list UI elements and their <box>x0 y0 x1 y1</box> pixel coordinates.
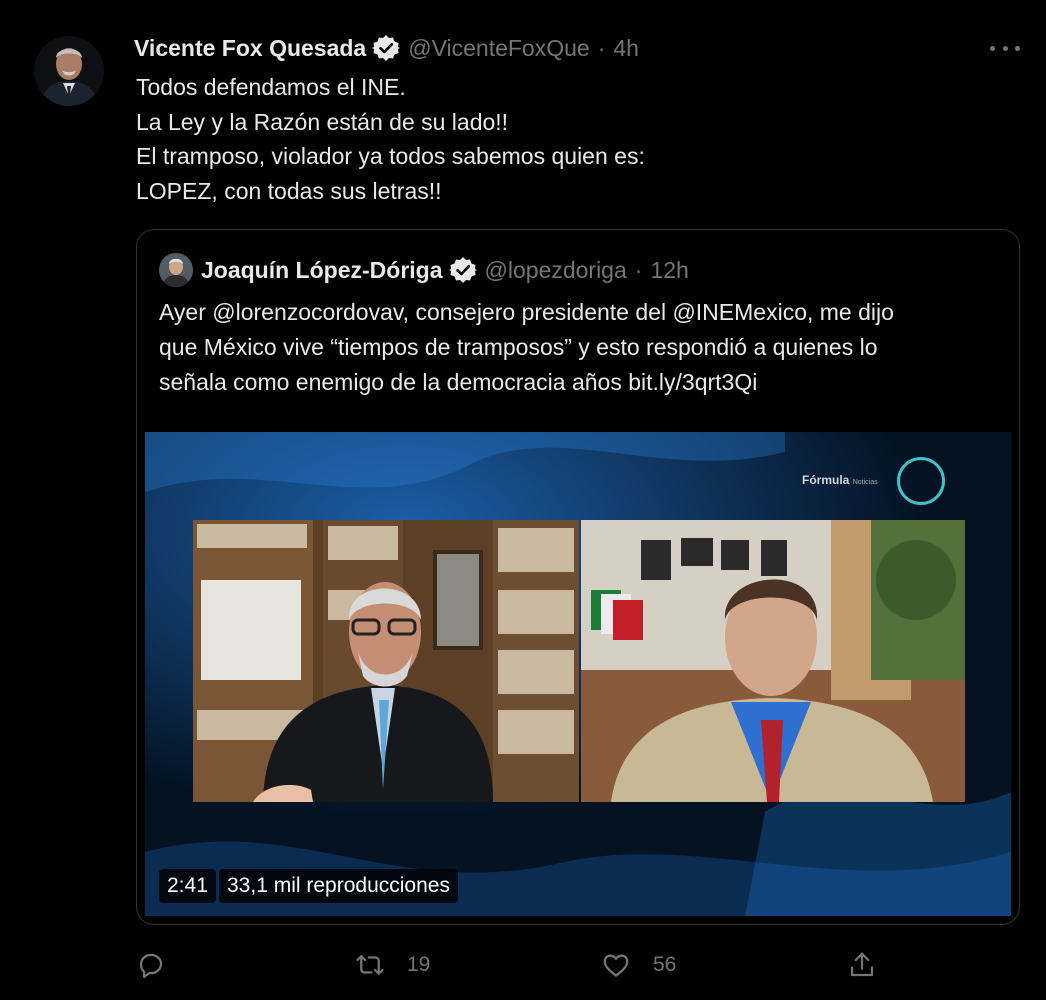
video-frame-left <box>193 520 579 802</box>
more-options-icon[interactable] <box>990 36 1020 60</box>
video-views-badge: 33,1 mil reproducciones <box>219 869 458 903</box>
quoted-tweet-text: Ayer @lorenzocordovav, consejero preside… <box>159 295 1009 400</box>
quoted-tweet-header: Joaquín López-Dóriga @lopezdoriga · 12h <box>159 252 689 288</box>
reply-icon <box>139 953 163 978</box>
tweet-line: La Ley y la Razón están de su lado!! <box>136 108 509 135</box>
like-button[interactable]: 56 <box>601 945 676 985</box>
share-icon <box>850 952 874 977</box>
tweet-text: Todos defendamos el INE. La Ley y la Raz… <box>136 70 1016 208</box>
retweet-icon <box>356 955 384 975</box>
quoted-tweet[interactable]: Joaquín López-Dóriga @lopezdoriga · 12h … <box>136 229 1020 925</box>
tweet-header: Vicente Fox Quesada @VicenteFoxQue · 4h <box>134 30 639 66</box>
quoted-line: que México vive “tiempos de tramposos” y… <box>159 334 878 360</box>
tweet-line: El tramposo, violador ya todos sabemos q… <box>136 143 645 169</box>
quoted-line: señala como enemigo de la democracia año… <box>159 369 758 395</box>
quoted-timestamp[interactable]: 12h <box>650 257 688 284</box>
channel-logo-icon <box>897 457 945 505</box>
header-separator: · <box>597 34 606 61</box>
quoted-author-name[interactable]: Joaquín López-Dóriga <box>201 257 443 284</box>
quoted-header-separator: · <box>634 256 643 283</box>
heart-icon <box>603 954 629 977</box>
share-button[interactable] <box>847 945 877 985</box>
tweet-action-bar: 19 56 <box>0 945 1046 985</box>
tweet-timestamp[interactable]: 4h <box>613 35 639 62</box>
tweet-line: Todos defendamos el INE. <box>136 74 406 100</box>
quoted-author-handle[interactable]: @lopezdoriga <box>485 257 627 284</box>
verified-badge-icon <box>448 256 477 284</box>
retweet-count: 19 <box>407 953 431 976</box>
author-name[interactable]: Vicente Fox Quesada <box>134 35 366 62</box>
video-duration-badge: 2:41 <box>159 869 216 903</box>
quoted-author-avatar <box>159 253 193 287</box>
verified-badge-icon <box>372 34 401 62</box>
author-avatar[interactable] <box>34 36 104 106</box>
like-count: 56 <box>653 953 677 976</box>
video-player[interactable]: Fórmula Noticias 2:41 33,1 mil reproducc… <box>145 432 1011 916</box>
tweet-line: LOPEZ, con todas sus letras!! <box>136 177 442 204</box>
video-frame-right <box>581 520 965 802</box>
reply-button[interactable] <box>136 945 188 985</box>
quoted-line: Ayer @lorenzocordovav, consejero preside… <box>159 299 894 325</box>
author-handle[interactable]: @VicenteFoxQue <box>408 35 589 62</box>
retweet-button[interactable]: 19 <box>355 945 430 985</box>
channel-logo-text: Fórmula Noticias <box>802 473 878 487</box>
